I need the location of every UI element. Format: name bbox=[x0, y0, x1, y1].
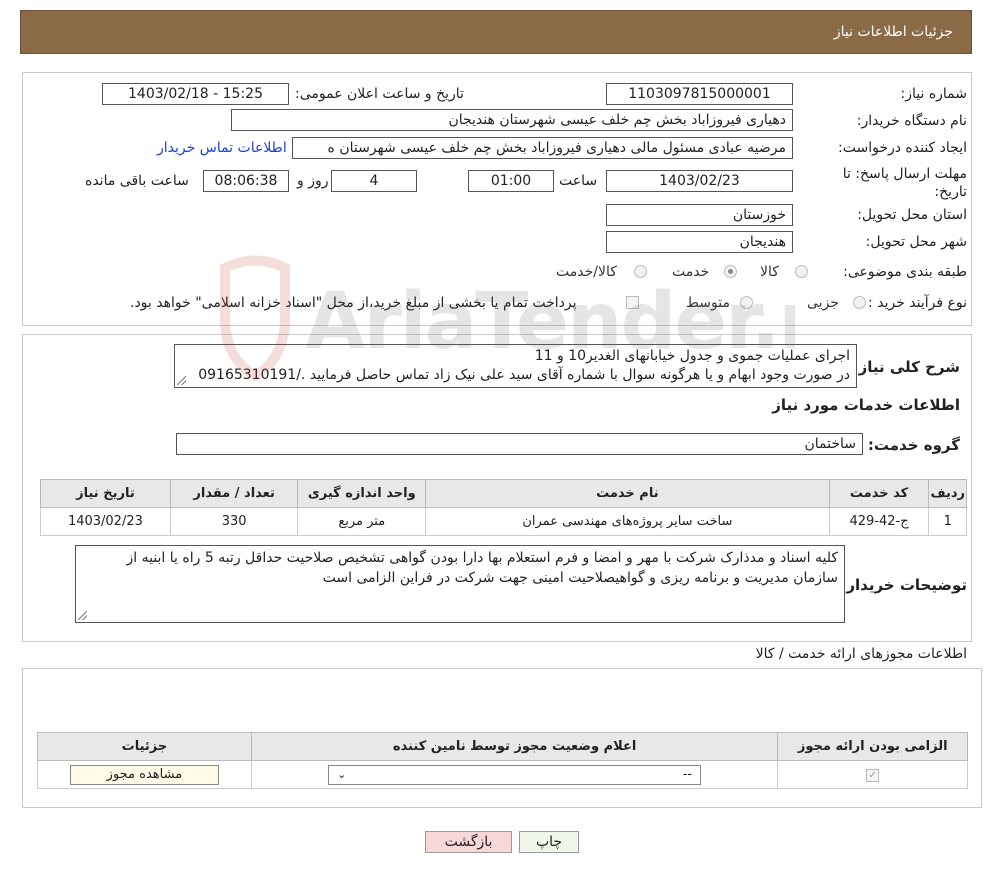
requester-field: مرضیه عبادی مسئول مالی دهیاری فیروزاباد … bbox=[292, 137, 793, 159]
service-group-field: ساختمان bbox=[176, 433, 863, 455]
buyer-notes-text: کلیه اسناد و مدذارک شرکت با مهر و امضا و… bbox=[126, 550, 838, 586]
buyer-org-field: دهیاری فیروزاباد بخش چم خلف عیسی شهرستان… bbox=[231, 109, 793, 131]
treasury-note: پرداخت تمام یا بخشی از مبلغ خرید،از محل … bbox=[130, 295, 577, 311]
process-type-label: نوع فرآیند خرید : bbox=[868, 295, 967, 311]
permit-status-select[interactable]: ⌄ -- bbox=[328, 764, 702, 785]
deadline-time-label: ساعت bbox=[559, 173, 598, 189]
buyer-contact-link[interactable]: اطلاعات تماس خریدار bbox=[157, 140, 287, 156]
permit-required-checkbox: ✓ bbox=[866, 769, 880, 782]
deadline-label: مهلت ارسال پاسخ: تا تاریخ: bbox=[842, 166, 967, 200]
remaining-time-label: ساعت باقی مانده bbox=[85, 173, 189, 189]
permits-section-title: اطلاعات مجوزهای ارائه خدمت / کالا bbox=[755, 646, 967, 662]
col-permit-required: الزامی بودن ارائه مجوز bbox=[777, 732, 968, 761]
permits-table: الزامی بودن ارائه مجوز اعلام وضعیت مجوز … bbox=[37, 732, 968, 789]
announce-date-label: تاریخ و ساعت اعلان عمومی: bbox=[295, 86, 464, 102]
category-goods-radio[interactable] bbox=[795, 265, 808, 278]
category-service-radio[interactable] bbox=[724, 265, 737, 278]
view-permit-button[interactable]: مشاهده مجوز bbox=[69, 764, 219, 785]
category-both-label: کالا/خدمت bbox=[556, 264, 617, 280]
city-label: شهر محل تحویل: bbox=[865, 234, 967, 250]
services-table-header: ردیف کد خدمت نام خدمت واحد اندازه گیری ت… bbox=[40, 479, 967, 508]
col-permit-details: جزئیات bbox=[37, 732, 252, 761]
need-number-field: 1103097815000001 bbox=[606, 83, 793, 105]
deadline-date-field: 1403/02/23 bbox=[606, 170, 793, 192]
col-need-date: تاریخ نیاز bbox=[40, 479, 171, 508]
table-row: ✓ ⌄ -- مشاهده مجوز bbox=[37, 760, 968, 789]
remaining-time-field: 08:06:38 bbox=[203, 170, 289, 192]
province-field: خوزستان bbox=[606, 204, 793, 226]
services-table: ردیف کد خدمت نام خدمت واحد اندازه گیری ت… bbox=[40, 479, 967, 536]
announce-date-field: 1403/02/18 - 15:25 bbox=[102, 83, 289, 105]
summary-textarea[interactable]: اجرای عملیات جموی و جدول خیابانهای الغدی… bbox=[174, 344, 857, 388]
col-unit: واحد اندازه گیری bbox=[297, 479, 427, 508]
page-header: جزئیات اطلاعات نیاز bbox=[20, 10, 972, 54]
table-row: 1 ج-42-429 ساخت سایر پروژه‌های مهندسی عم… bbox=[40, 507, 967, 536]
cell-permit-details: مشاهده مجوز bbox=[37, 760, 252, 789]
city-field: هندیجان bbox=[606, 231, 793, 253]
print-button[interactable]: چاپ bbox=[519, 831, 579, 853]
col-service-code: کد خدمت bbox=[828, 479, 930, 508]
cell-quantity: 330 bbox=[169, 507, 299, 536]
summary-line-1: اجرای عملیات جموی و جدول خیابانهای الغدی… bbox=[534, 348, 850, 364]
days-label: روز و bbox=[297, 173, 329, 189]
buyer-notes-label: توضیحات خریدار: bbox=[840, 576, 967, 594]
col-service-name: نام خدمت bbox=[425, 479, 830, 508]
chevron-down-icon: ⌄ bbox=[337, 768, 347, 781]
process-minor-radio[interactable] bbox=[853, 296, 866, 309]
category-goods-label: کالا bbox=[760, 264, 779, 280]
cell-service-name: ساخت سایر پروژه‌های مهندسی عمران bbox=[425, 507, 830, 536]
permit-status-value: -- bbox=[682, 767, 693, 782]
service-group-label: گروه خدمت: bbox=[867, 436, 960, 454]
page-title: جزئیات اطلاعات نیاز bbox=[833, 24, 953, 40]
requester-label: ایجاد کننده درخواست: bbox=[838, 140, 967, 156]
resize-grip-icon[interactable] bbox=[177, 376, 186, 385]
cell-unit: متر مربع bbox=[297, 507, 427, 536]
category-service-label: خدمت bbox=[672, 264, 710, 280]
buyer-notes-textarea[interactable]: کلیه اسناد و مدذارک شرکت با مهر و امضا و… bbox=[75, 545, 845, 623]
buyer-org-label: نام دستگاه خریدار: bbox=[856, 113, 967, 129]
province-label: استان محل تحویل: bbox=[857, 207, 967, 223]
back-button[interactable]: بازگشت bbox=[425, 831, 512, 853]
process-medium-label: متوسط bbox=[686, 295, 730, 311]
cell-need-date: 1403/02/23 bbox=[40, 507, 171, 536]
cell-permit-required: ✓ bbox=[777, 760, 968, 789]
resize-grip-icon[interactable] bbox=[78, 611, 87, 620]
cell-row-number: 1 bbox=[928, 507, 967, 536]
deadline-time-field: 01:00 bbox=[468, 170, 554, 192]
process-minor-label: جزیی bbox=[807, 295, 839, 311]
summary-line-2: در صورت وجود ابهام و یا هرگونه سوال با ش… bbox=[198, 367, 850, 383]
permits-table-header: الزامی بودن ارائه مجوز اعلام وضعیت مجوز … bbox=[37, 732, 968, 761]
cell-service-code: ج-42-429 bbox=[828, 507, 930, 536]
col-permit-status: اعلام وضعیت مجوز توسط نامین کننده bbox=[250, 732, 779, 761]
category-both-radio[interactable] bbox=[634, 265, 647, 278]
col-row-number: ردیف bbox=[928, 479, 967, 508]
process-medium-radio[interactable] bbox=[740, 296, 753, 309]
category-label: طبقه بندی موضوعی: bbox=[843, 264, 967, 280]
need-number-label: شماره نیاز: bbox=[900, 86, 968, 102]
services-section-title: اطلاعات خدمات مورد نیاز bbox=[772, 396, 960, 414]
treasury-checkbox[interactable] bbox=[626, 296, 639, 309]
col-quantity: تعداد / مقدار bbox=[169, 479, 299, 508]
cell-permit-status: ⌄ -- bbox=[250, 760, 779, 789]
summary-label: شرح کلی نیاز: bbox=[852, 358, 960, 376]
days-remaining-field: 4 bbox=[331, 170, 417, 192]
